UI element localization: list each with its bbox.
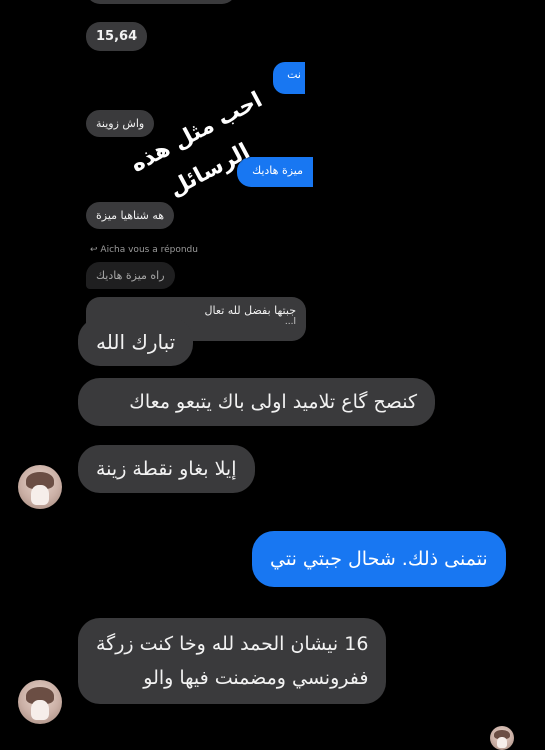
message-bubble-partial-top — [86, 0, 236, 4]
message-bubble: 16 نيشان الحمد لله وخا كنت زرگة ففرونسي … — [78, 618, 387, 704]
message-bubble: إيلا بغاو نقطة زينة — [78, 445, 255, 493]
message-text-line1: 16 نيشان الحمد لله وخا كنت زرگة — [96, 633, 369, 655]
message-text: جبتها بفضل لله تعال — [204, 304, 296, 317]
message-bubble-number: 15,64 — [86, 22, 148, 51]
message-bubble-small: واش زوينة — [86, 110, 155, 137]
profile-avatar[interactable] — [18, 465, 62, 509]
message-bubble: كنصح گاع تلاميد اولى باك يتبعو معاك — [78, 378, 435, 426]
message-bubble-small: هه شناهيا ميزة — [86, 202, 175, 229]
profile-avatar[interactable] — [18, 680, 62, 724]
message-bubble: تبارك الله — [78, 318, 194, 366]
reply-label: ↩ Aicha vous a répondu — [90, 245, 198, 255]
quoted-reply-bubble: راه ميزة هاديك — [86, 262, 175, 289]
reply-arrow-icon: ↩ — [90, 245, 98, 255]
outgoing-bubble-partial-1: نت — [273, 62, 305, 94]
message-text-line2: ففرونسي ومضمنت فيها والو — [143, 667, 369, 689]
read-receipt-avatar — [490, 726, 514, 750]
outgoing-message-bubble: نتمنى ذلك. شحال جبتي نتي — [252, 531, 506, 587]
